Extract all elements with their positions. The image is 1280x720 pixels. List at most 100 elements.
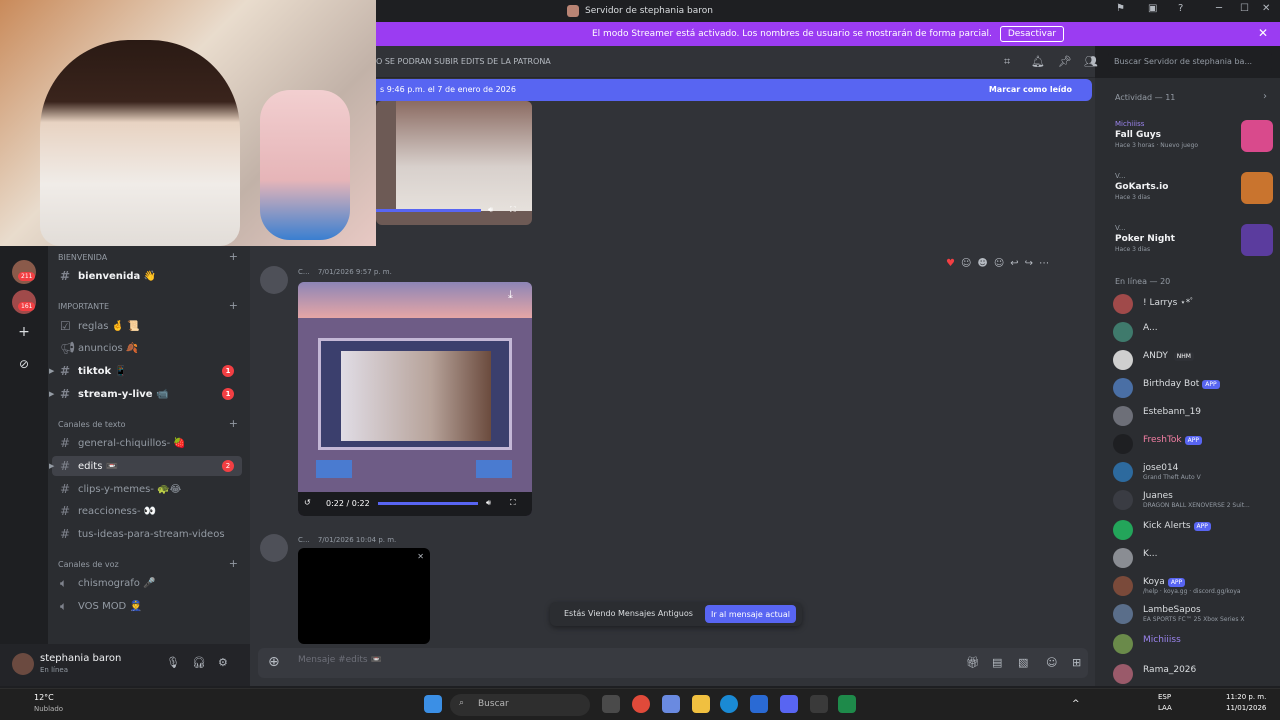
activity-item[interactable]: Michiiiss Fall Guys Hace 3 horas · Nuevo… — [1105, 120, 1273, 166]
video-attachment[interactable]: ⤓ ↺ 0:22 / 0:22 🔊︎ ⛶ — [298, 282, 532, 516]
new-messages-bar[interactable]: s 9:46 p.m. el 7 de enero de 2026 Marcar… — [376, 79, 1092, 101]
task-view-icon[interactable] — [602, 695, 620, 713]
close-icon[interactable]: ✕ — [1258, 26, 1268, 40]
minimize-icon[interactable]: ─ — [1216, 3, 1222, 14]
member-item[interactable]: Birthday Bot APP — [1105, 376, 1275, 400]
search-input[interactable]: Buscar Servidor de stephania ba... — [1108, 52, 1272, 72]
gift-icon[interactable]: 🎁︎ — [966, 656, 980, 669]
taskbar-search[interactable]: ⌕ Buscar — [450, 694, 590, 716]
weather-temp[interactable]: 12°C — [34, 693, 54, 702]
add-channel-icon[interactable]: + — [229, 299, 238, 312]
member-item[interactable]: Koya APP/help · koya.gg · discord.gg/koya — [1105, 574, 1275, 598]
category-importante[interactable]: IMPORTANTE — [58, 302, 109, 311]
replay-icon[interactable]: ↺ — [304, 498, 311, 507]
microphone-icon[interactable]: 🎙︎ — [166, 656, 180, 669]
jump-to-present-button[interactable]: Ir al mensaje actual — [704, 605, 796, 623]
download-icon[interactable]: ⤓ — [508, 288, 513, 302]
more-icon[interactable]: ⋯ — [1039, 258, 1055, 269]
avatar[interactable] — [260, 266, 288, 294]
member-item[interactable]: Juanes DRAGON BALL XENOVERSE 2 Suit... — [1105, 488, 1275, 512]
video-attachment[interactable]: ✕ — [298, 548, 430, 644]
channel-clips[interactable]: # clips-y-memes- 🐢😂 — [52, 479, 242, 499]
inbox-icon[interactable]: ⚑ — [1116, 3, 1125, 14]
sticker-icon[interactable]: ▧ — [1018, 656, 1028, 669]
member-item[interactable]: jose014 Grand Theft Auto V — [1105, 460, 1275, 484]
member-item[interactable]: FreshTok APP — [1105, 432, 1275, 456]
volume-icon[interactable]: 🔊︎ — [488, 205, 493, 215]
channel-ideas[interactable]: # tus-ideas-para-stream-videos — [52, 524, 242, 544]
spoiler-icon[interactable]: ✕ — [417, 552, 424, 561]
emoji-reaction-icon[interactable]: ☺ — [961, 258, 977, 269]
heart-reaction-icon[interactable]: ♥ — [946, 258, 961, 269]
discord-icon[interactable] — [780, 695, 798, 713]
channel-tiktok[interactable]: ▶ # tiktok 📱 1 — [49, 361, 242, 381]
channel-vos-mod[interactable]: 🔈︎ VOS MOD 👮 — [52, 596, 242, 616]
member-item[interactable]: Michiiiss — [1105, 632, 1275, 656]
close-window-icon[interactable]: ✕ — [1262, 3, 1270, 14]
copilot-icon[interactable] — [662, 695, 680, 713]
activity-item[interactable]: V... Poker Night Hace 3 días — [1105, 224, 1273, 270]
threads-icon[interactable]: ⌗ — [1004, 55, 1010, 69]
category-text-channels[interactable]: Canales de texto — [58, 420, 126, 429]
gear-icon[interactable]: ⚙ — [218, 656, 228, 669]
activity-item[interactable]: V... GoKarts.io Hace 3 días — [1105, 172, 1273, 218]
discover-icon[interactable]: ⊘ — [12, 352, 36, 376]
deactivate-button[interactable]: Desactivar — [999, 26, 1065, 42]
channel-reglas[interactable]: ☑ reglas 🤞 📜 — [52, 316, 242, 336]
add-server-icon[interactable]: + — [12, 320, 36, 344]
channel-chismografo[interactable]: 🔈︎ chismografo 🎤 — [52, 573, 242, 593]
pin-icon[interactable]: 📌︎ — [1058, 55, 1072, 68]
avatar[interactable] — [260, 534, 288, 562]
channel-reacciones[interactable]: # reaccioness- 👀 — [52, 501, 242, 521]
members-icon[interactable]: 👥︎ — [1084, 55, 1098, 68]
headphones-icon[interactable]: 🎧︎ — [192, 656, 206, 669]
app-icon[interactable] — [810, 695, 828, 713]
member-item[interactable]: K... — [1105, 546, 1275, 570]
windows-start-icon[interactable] — [424, 695, 442, 713]
member-item[interactable]: A... — [1105, 320, 1275, 344]
edge-icon[interactable] — [720, 695, 738, 713]
forward-icon[interactable]: ↪ — [1025, 258, 1039, 269]
add-channel-icon[interactable]: + — [229, 250, 238, 263]
message-author[interactable]: C... — [298, 268, 310, 276]
channel-anuncios[interactable]: 📢︎ anuncios 🍂 — [52, 338, 242, 358]
channel-edits[interactable]: ▶ # edits 📼 2 — [49, 456, 242, 476]
screen-icon[interactable]: ▣ — [1148, 3, 1157, 14]
member-item[interactable]: Estebann_19 — [1105, 404, 1275, 428]
chevron-up-icon[interactable]: ^ — [1072, 699, 1080, 709]
channel-general[interactable]: # general-chiquillos- 🍓 — [52, 433, 242, 453]
video-attachment[interactable]: 🔊︎ ⛶ — [376, 101, 532, 225]
chrome-icon[interactable] — [632, 695, 650, 713]
volume-icon[interactable]: 🔊︎ — [486, 498, 491, 508]
bell-icon[interactable]: 🔔︎ — [1031, 55, 1045, 68]
help-icon[interactable]: ? — [1178, 3, 1183, 14]
category-voice-channels[interactable]: Canales de voz — [58, 560, 119, 569]
add-channel-icon[interactable]: + — [229, 557, 238, 570]
message-author[interactable]: C... — [298, 536, 310, 544]
category-bienvenida[interactable]: BIENVENIDA — [58, 253, 107, 262]
store-icon[interactable] — [750, 695, 768, 713]
avatar[interactable] — [12, 653, 34, 675]
member-item[interactable]: Kick Alerts APP — [1105, 518, 1275, 542]
channel-bienvenida[interactable]: # bienvenida 👋 — [52, 266, 242, 286]
video-progress[interactable] — [378, 502, 478, 505]
language[interactable]: ESP — [1158, 693, 1171, 701]
mark-as-read[interactable]: Marcar como leído — [989, 85, 1072, 94]
maximize-icon[interactable]: ☐ — [1240, 3, 1249, 14]
member-item[interactable]: ! Larrys ⋆*ﾟ — [1105, 292, 1275, 316]
emoji-reaction-icon[interactable]: ☻ — [977, 258, 993, 269]
add-attachment-icon[interactable]: ⊕ — [268, 654, 280, 670]
chevron-right-icon[interactable]: › — [1263, 91, 1267, 102]
message-input[interactable] — [298, 655, 798, 665]
fullscreen-icon[interactable]: ⛶ — [510, 205, 516, 215]
apps-icon[interactable]: ⊞ — [1072, 656, 1081, 669]
member-item[interactable]: Rama_2026 — [1105, 662, 1275, 686]
video-progress[interactable] — [376, 209, 481, 212]
excel-icon[interactable] — [838, 695, 856, 713]
add-reaction-icon[interactable]: ☺ — [994, 258, 1010, 269]
fullscreen-icon[interactable]: ⛶ — [510, 498, 516, 508]
add-channel-icon[interactable]: + — [229, 417, 238, 430]
member-item[interactable]: LambeSapos EA SPORTS FC™ 25 Xbox Series X — [1105, 602, 1275, 626]
emoji-icon[interactable]: ☺ — [1046, 656, 1057, 669]
reply-icon[interactable]: ↩ — [1010, 258, 1024, 269]
